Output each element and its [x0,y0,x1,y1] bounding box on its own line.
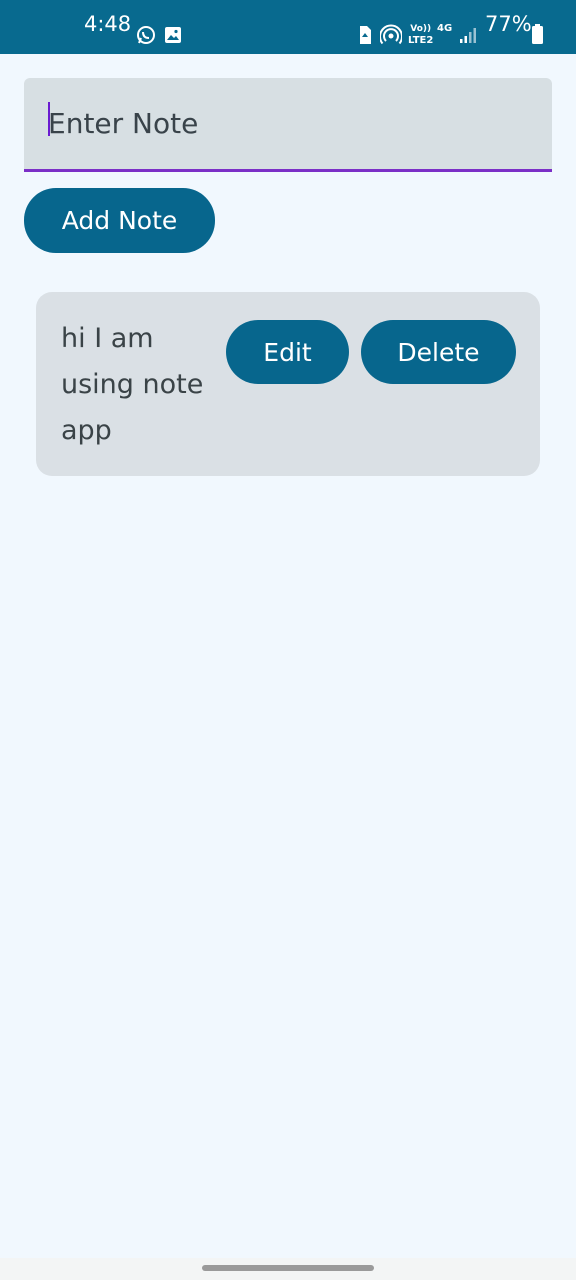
note-card: hi I am using note app Edit Delete [36,292,540,476]
note-text: hi I am using note app [61,323,204,446]
home-gesture-handle[interactable] [202,1265,374,1271]
add-note-button-label: Add Note [61,206,178,235]
note-input-container [24,78,552,172]
edit-note-button[interactable]: Edit [226,320,349,384]
signal-icon [460,28,476,43]
note-input[interactable] [48,78,538,169]
navigation-bar [0,1258,576,1280]
add-note-button[interactable]: Add Note [24,188,215,253]
volte-top-text: Vo)) [410,24,432,34]
gallery-icon [165,27,181,43]
network-type-text: 4G [437,23,453,34]
hotspot-icon [380,24,402,45]
whatsapp-icon [137,26,155,44]
volte-bottom-text: LTE2 [408,35,434,46]
text-cursor [48,102,50,136]
delete-note-button[interactable]: Delete [361,320,516,384]
battery-icon [532,24,543,44]
volte-indicator: Vo)) LTE2 [408,24,433,46]
sim-icon [360,26,371,44]
delete-button-label: Delete [397,337,480,367]
status-time: 4:48 [84,12,132,36]
status-bar: 4:48 Vo)) LTE2 4G 77% [0,0,576,54]
battery-percent: 77% [485,12,532,36]
network-type: 4G [437,24,452,34]
edit-button-label: Edit [263,337,312,367]
